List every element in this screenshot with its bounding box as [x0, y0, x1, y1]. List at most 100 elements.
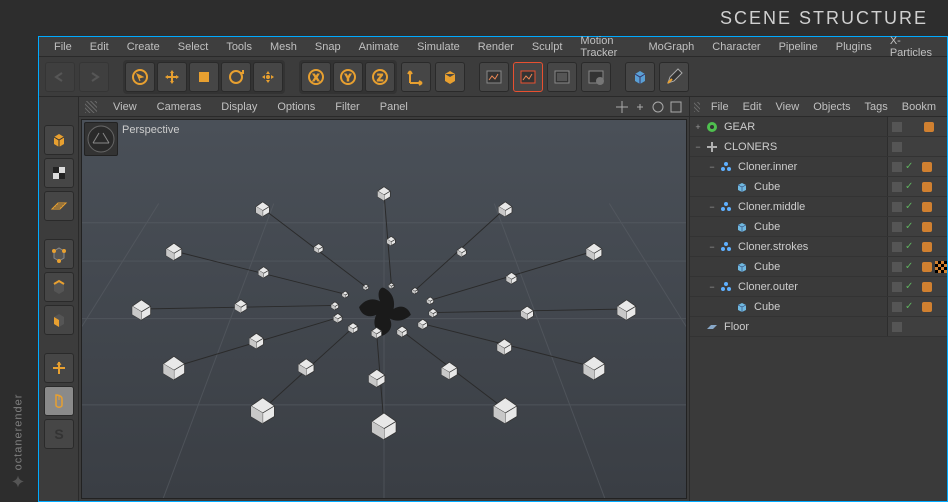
vpmenu-panel[interactable]: Panel — [370, 101, 418, 113]
menu-x-particles[interactable]: X-Particles — [881, 35, 941, 59]
layer-flag-icon[interactable] — [892, 122, 902, 132]
tree-flags[interactable]: ✓ — [887, 297, 947, 316]
expander-icon[interactable]: − — [706, 162, 718, 172]
grip-icon[interactable] — [694, 102, 700, 112]
z-axis-toggle[interactable]: Z — [365, 62, 395, 92]
tree-row-cloner-inner[interactable]: −Cloner.inner✓ — [690, 157, 947, 177]
x-axis-toggle[interactable]: X — [301, 62, 331, 92]
tree-flags[interactable]: ✓ — [887, 257, 947, 276]
vpmenu-cameras[interactable]: Cameras — [147, 101, 212, 113]
picture-viewer-button[interactable] — [547, 62, 577, 92]
rotate-tool[interactable] — [221, 62, 251, 92]
redo-button[interactable] — [79, 62, 109, 92]
expander-icon[interactable]: − — [706, 282, 718, 292]
tag-icon[interactable] — [922, 162, 932, 172]
tree-row-floor[interactable]: Floor — [690, 317, 947, 337]
expander-icon[interactable]: − — [706, 242, 718, 252]
layer-flag-icon[interactable] — [892, 262, 902, 272]
tag-icon[interactable] — [922, 242, 932, 252]
tag-icon[interactable] — [922, 202, 932, 212]
tree-flags[interactable]: ✓ — [887, 277, 947, 296]
tree-row-cloner-middle[interactable]: −Cloner.middle✓ — [690, 197, 947, 217]
menu-file[interactable]: File — [45, 41, 81, 53]
axis-button[interactable] — [44, 353, 74, 383]
primitive-cube-button[interactable] — [625, 62, 655, 92]
objmgr-menu-view[interactable]: View — [769, 101, 807, 113]
tree-flags[interactable]: ✓ — [887, 217, 947, 236]
tree-flags[interactable]: ✓ — [887, 177, 947, 196]
objmgr-menu-edit[interactable]: Edit — [736, 101, 769, 113]
menu-create[interactable]: Create — [118, 41, 169, 53]
tag-icon[interactable] — [922, 182, 932, 192]
expander-icon[interactable]: − — [692, 142, 704, 152]
menu-snap[interactable]: Snap — [306, 41, 350, 53]
vpmenu-filter[interactable]: Filter — [325, 101, 369, 113]
menu-tools[interactable]: Tools — [217, 41, 261, 53]
tree-row-gear[interactable]: +GEAR — [690, 117, 947, 137]
model-mode-button[interactable] — [44, 125, 74, 155]
tree-row-cube[interactable]: Cube✓ — [690, 257, 947, 277]
visibility-check-icon[interactable]: ✓ — [905, 261, 913, 272]
workplane-button[interactable] — [44, 191, 74, 221]
viewport-3d[interactable]: Perspective — [81, 119, 687, 499]
poly-mode-button[interactable] — [44, 305, 74, 335]
edge-mode-button[interactable] — [44, 272, 74, 302]
menu-mograph[interactable]: MoGraph — [639, 41, 703, 53]
visibility-check-icon[interactable]: ✓ — [905, 221, 913, 232]
menu-plugins[interactable]: Plugins — [827, 41, 881, 53]
layer-flag-icon[interactable] — [892, 242, 902, 252]
tree-row-cloner-outer[interactable]: −Cloner.outer✓ — [690, 277, 947, 297]
layer-flag-icon[interactable] — [892, 302, 902, 312]
vp-move-icon[interactable] — [615, 100, 629, 114]
tree-row-cloner-strokes[interactable]: −Cloner.strokes✓ — [690, 237, 947, 257]
visibility-check-icon[interactable]: ✓ — [905, 201, 913, 212]
psr-tool[interactable] — [253, 62, 283, 92]
select-tool[interactable] — [125, 62, 155, 92]
menu-motion-tracker[interactable]: Motion Tracker — [571, 35, 639, 59]
tree-row-cube[interactable]: Cube✓ — [690, 297, 947, 317]
vpmenu-view[interactable]: View — [103, 101, 147, 113]
tree-flags[interactable] — [887, 117, 947, 136]
tree-row-cube[interactable]: Cube✓ — [690, 217, 947, 237]
cube-primitive-button[interactable] — [435, 62, 465, 92]
expander-icon[interactable]: + — [692, 122, 704, 132]
visibility-check-icon[interactable]: ✓ — [905, 161, 913, 172]
layer-flag-icon[interactable] — [892, 202, 902, 212]
objmgr-menu-tags[interactable]: Tags — [858, 101, 895, 113]
tree-flags[interactable] — [887, 137, 947, 156]
visibility-check-icon[interactable]: ✓ — [905, 281, 913, 292]
menu-simulate[interactable]: Simulate — [408, 41, 469, 53]
object-tree[interactable]: +GEAR−CLONERS−Cloner.inner✓Cube✓−Cloner.… — [690, 117, 947, 501]
pen-tool-button[interactable] — [659, 62, 689, 92]
render-region-button[interactable] — [513, 62, 543, 92]
objmgr-menu-file[interactable]: File — [704, 101, 736, 113]
tag-icon[interactable] — [922, 302, 932, 312]
objmgr-menu-objects[interactable]: Objects — [806, 101, 857, 113]
vpmenu-options[interactable]: Options — [267, 101, 325, 113]
point-mode-button[interactable] — [44, 239, 74, 269]
tag-icon[interactable] — [922, 282, 932, 292]
menu-render[interactable]: Render — [469, 41, 523, 53]
vp-zoom-icon[interactable] — [633, 100, 647, 114]
tree-row-cube[interactable]: Cube✓ — [690, 177, 947, 197]
visibility-check-icon[interactable]: ✓ — [905, 181, 913, 192]
scale-tool[interactable] — [189, 62, 219, 92]
texture-mode-button[interactable] — [44, 158, 74, 188]
tree-row-cloners[interactable]: −CLONERS — [690, 137, 947, 157]
mouse-mode-button[interactable] — [44, 386, 74, 416]
visibility-check-icon[interactable]: ✓ — [905, 301, 913, 312]
layer-flag-icon[interactable] — [892, 182, 902, 192]
tag-icon[interactable] — [922, 262, 932, 272]
layer-flag-icon[interactable] — [892, 162, 902, 172]
vp-maximize-icon[interactable] — [669, 100, 683, 114]
snap-button[interactable]: S — [44, 419, 74, 449]
tag-icon[interactable] — [922, 222, 932, 232]
tag-icon[interactable] — [924, 122, 934, 132]
menu-character[interactable]: Character — [703, 41, 769, 53]
vp-rotate-icon[interactable] — [651, 100, 665, 114]
render-view-button[interactable] — [479, 62, 509, 92]
tree-flags[interactable]: ✓ — [887, 197, 947, 216]
layer-flag-icon[interactable] — [892, 322, 902, 332]
tree-flags[interactable]: ✓ — [887, 157, 947, 176]
layer-flag-icon[interactable] — [892, 222, 902, 232]
